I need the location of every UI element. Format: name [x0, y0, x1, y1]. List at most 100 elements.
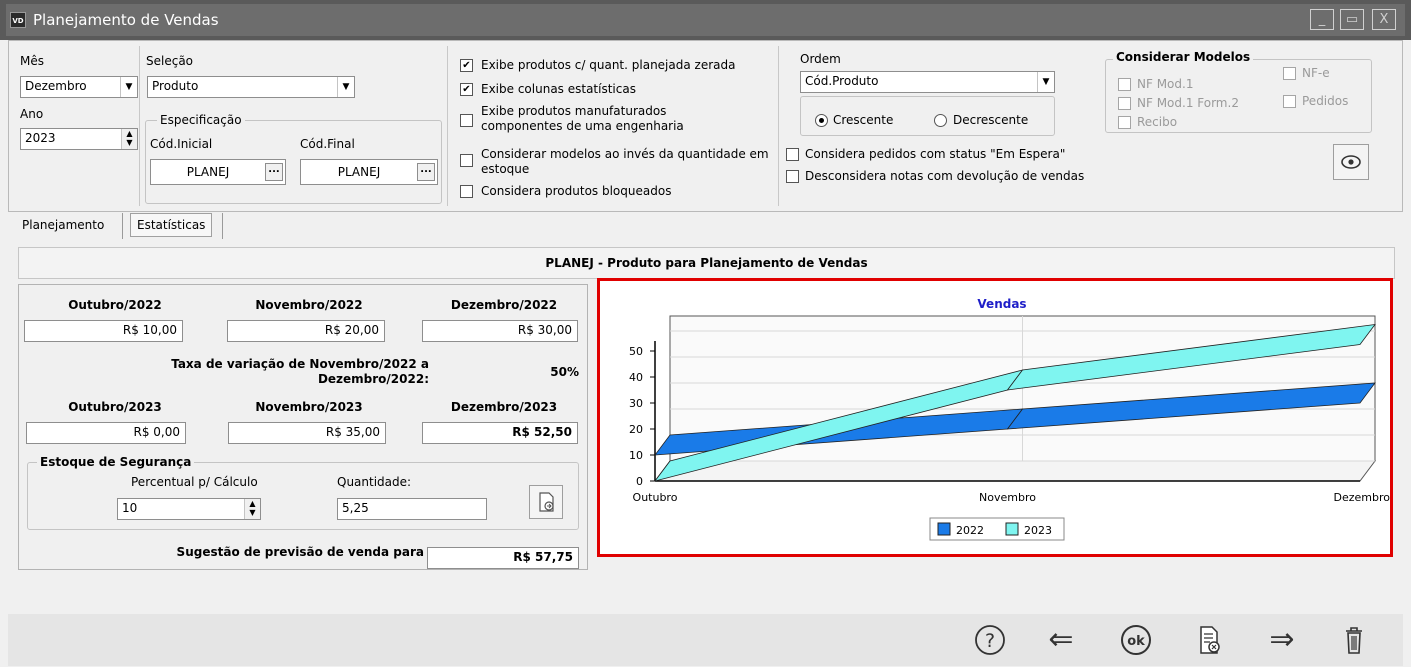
- cod-final-lookup-button[interactable]: ...: [417, 163, 435, 181]
- cod-final-label: Cód.Final: [300, 137, 355, 151]
- tab-planejamento[interactable]: Planejamento: [16, 213, 110, 239]
- ano-stepper[interactable]: 2023 ▲ ▼: [20, 128, 138, 150]
- chart-legend-swatch: [937, 522, 951, 536]
- checkbox-produtos-bloqueados[interactable]: [460, 185, 473, 198]
- nf-mod1-form2-label: NF Mod.1 Form.2: [1137, 96, 1239, 110]
- ok-icon: ok: [1121, 625, 1151, 655]
- month-header: Dezembro/2023: [450, 400, 558, 414]
- app-icon: VD: [10, 12, 26, 28]
- help-button[interactable]: ?: [972, 622, 1008, 658]
- maximize-button[interactable]: ▭: [1340, 9, 1364, 30]
- selecao-select[interactable]: Produto ▼: [147, 76, 355, 98]
- checkbox-pedidos-espera[interactable]: [786, 148, 799, 161]
- chart-y-tick-label: 40: [629, 371, 643, 384]
- cod-inicial-label: Cód.Inicial: [150, 137, 213, 151]
- spinner-icon[interactable]: ▲ ▼: [121, 129, 137, 149]
- ordem-select[interactable]: Cód.Produto ▼: [800, 71, 1055, 93]
- mes-select[interactable]: Dezembro ▼: [20, 76, 138, 98]
- month-header: Dezembro/2022: [450, 298, 558, 312]
- option-label: Exibe colunas estatísticas: [481, 82, 636, 96]
- decrescente-label: Decrescente: [953, 113, 1029, 127]
- option-label: Exibe produtos manufaturados componentes…: [481, 104, 684, 133]
- chart-x-tick-label: Novembro: [979, 491, 1036, 504]
- chevron-down-icon[interactable]: ▼: [1037, 72, 1054, 92]
- sales-chart: Vendas 0 10 20 30 40 50 Outubro Novembro Dezembro…: [629, 297, 1390, 541]
- percentual-label: Percentual p/ Cálculo: [131, 475, 258, 489]
- pedidos-espera-label: Considera pedidos com status "Em Espera": [805, 147, 1066, 161]
- report-button[interactable]: [1191, 622, 1227, 658]
- value-field[interactable]: R$ 35,00: [228, 422, 386, 444]
- chart-floor: [654, 460, 1376, 482]
- chart-title: Vendas: [977, 297, 1026, 311]
- sales-chart-panel: Vendas 0 10 20 30 40 50 Outubro Novembro Dezembro…: [597, 278, 1393, 557]
- nfe-label: NF-e: [1302, 66, 1330, 80]
- trash-icon: [1346, 627, 1362, 654]
- forward-arrow-icon: ⇒: [1269, 622, 1295, 657]
- chevron-down-icon[interactable]: ▼: [337, 77, 354, 97]
- checkbox-colunas-estatisticas[interactable]: ✔: [460, 83, 473, 96]
- delete-button[interactable]: [1336, 622, 1372, 658]
- value-field[interactable]: R$ 30,00: [422, 320, 578, 342]
- checkbox-recibo[interactable]: [1118, 116, 1131, 129]
- tab-divider: [122, 213, 123, 239]
- option-label: Considera produtos bloqueados: [481, 184, 672, 198]
- ordem-label: Ordem: [800, 52, 841, 66]
- value-field[interactable]: R$ 20,00: [227, 320, 385, 342]
- sugestao-label: Sugestão de previsão de venda para: [176, 545, 424, 559]
- cod-inicial-lookup-button[interactable]: ...: [265, 163, 283, 181]
- month-header: Outubro/2022: [68, 298, 162, 312]
- mes-label: Mês: [20, 54, 44, 68]
- report-icon: [1200, 626, 1220, 654]
- chart-y-tick-label: 20: [629, 423, 643, 436]
- percentual-stepper[interactable]: 10 ▲ ▼: [117, 498, 261, 520]
- spinner-icon[interactable]: ▲ ▼: [244, 499, 260, 519]
- especificacao-title: Especificação: [157, 113, 245, 127]
- forward-button[interactable]: ⇒: [1264, 622, 1300, 658]
- checkbox-manufaturados[interactable]: [460, 114, 473, 127]
- ok-label: ok: [1127, 634, 1145, 649]
- calculate-button[interactable]: [529, 485, 563, 519]
- spacer: [8, 570, 1403, 614]
- mes-value: Dezembro: [25, 79, 87, 93]
- help-icon: ?: [975, 625, 1005, 655]
- eye-icon: [1341, 155, 1361, 169]
- tab-estatisticas[interactable]: Estatísticas: [130, 213, 213, 237]
- quantidade-field[interactable]: 5,25: [337, 498, 487, 520]
- chart-legend-label: 2022: [956, 524, 984, 537]
- value-field[interactable]: R$ 10,00: [24, 320, 183, 342]
- ok-button[interactable]: ok: [1118, 622, 1154, 658]
- view-button[interactable]: [1333, 144, 1369, 180]
- checkbox-nf-mod1-form2[interactable]: [1118, 97, 1131, 110]
- checkbox-produtos-zerada[interactable]: ✔: [460, 59, 473, 72]
- chevron-down-icon[interactable]: ▼: [120, 77, 137, 97]
- window-title: Planejamento de Vendas: [33, 11, 219, 29]
- cod-final-value: PLANEJ: [337, 165, 381, 179]
- minimize-button[interactable]: _: [1310, 9, 1334, 30]
- checkbox-nf-mod1[interactable]: [1118, 78, 1131, 91]
- checkbox-pedidos[interactable]: [1283, 95, 1296, 108]
- product-header: PLANEJ - Produto para Planejamento de Ve…: [18, 247, 1395, 279]
- back-arrow-icon: ⇐: [1048, 622, 1074, 657]
- value-field[interactable]: R$ 52,50: [422, 422, 578, 444]
- ano-value: 2023: [25, 131, 56, 145]
- value-field[interactable]: R$ 0,00: [26, 422, 186, 444]
- checkbox-devolucao[interactable]: [786, 170, 799, 183]
- radio-crescente[interactable]: [815, 114, 828, 127]
- option-label: Exibe produtos c/ quant. planejada zerad…: [481, 58, 736, 72]
- checkbox-considerar-modelos[interactable]: [460, 154, 473, 167]
- chart-legend-label: 2023: [1024, 524, 1052, 537]
- percentual-value: 10: [122, 501, 138, 515]
- chart-y-tick-label: 10: [629, 449, 643, 462]
- recibo-label: Recibo: [1137, 115, 1178, 129]
- divider: [778, 46, 779, 206]
- sugestao-value[interactable]: R$ 57,75: [427, 547, 579, 569]
- checkbox-nfe[interactable]: [1283, 67, 1296, 80]
- crescente-label: Crescente: [833, 113, 894, 127]
- ano-label: Ano: [20, 107, 44, 121]
- radio-decrescente[interactable]: [934, 114, 947, 127]
- divider: [139, 46, 140, 206]
- close-button[interactable]: X: [1372, 9, 1396, 30]
- pedidos-label: Pedidos: [1302, 94, 1349, 108]
- month-header: Novembro/2022: [255, 298, 363, 312]
- back-button[interactable]: ⇐: [1043, 622, 1079, 658]
